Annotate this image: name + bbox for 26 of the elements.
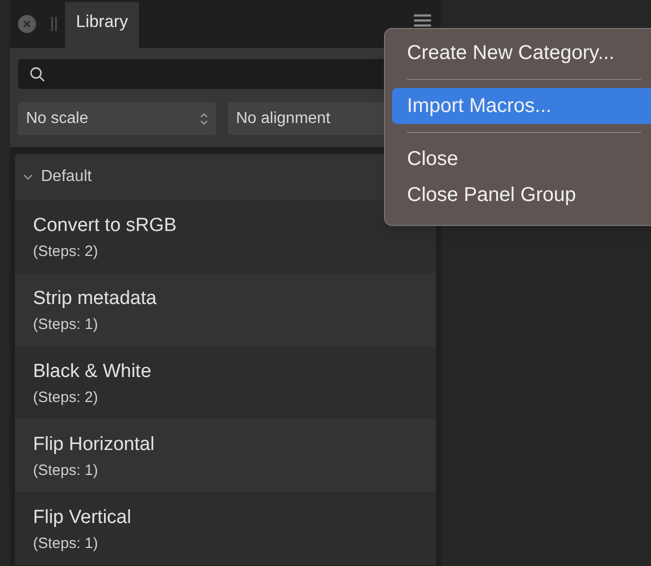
macro-name: Flip Horizontal [33,433,156,457]
macro-steps: (Steps: 2) [33,388,418,408]
macro-name: Strip metadata [33,287,158,311]
scale-dropdown[interactable]: No scale [18,102,216,135]
drag-handle-icon[interactable] [51,17,57,31]
macro-row[interactable]: Black & White (Steps: 2) [15,346,436,419]
macro-name: Convert to sRGB [33,214,178,238]
macro-steps: (Steps: 2) [33,242,418,262]
menu-item[interactable]: Import Macros... [392,88,651,124]
chevron-icon [23,172,33,182]
macro-row[interactable]: Convert to sRGB (Steps: 2) [15,200,436,273]
macro-name: Black & White [33,360,152,384]
macro-name: Flip Vertical [33,506,132,530]
search-icon [30,66,45,82]
stepper-icon [200,112,208,126]
close-icon [23,20,31,28]
macro-row[interactable]: Strip metadata (Steps: 1) [15,273,436,346]
close-panel-button[interactable] [18,15,36,33]
library-tab[interactable]: Library [65,2,139,48]
macro-row[interactable]: Flip Horizontal (Steps: 1) [15,419,436,492]
menu-item[interactable]: Create New Category... [392,35,651,71]
macro-steps: (Steps: 1) [33,461,418,481]
macro-row[interactable]: Flip Vertical (Steps: 1) [15,492,436,565]
macro-steps: (Steps: 1) [33,534,418,554]
menu-icon[interactable] [414,14,431,27]
macro-steps: (Steps: 1) [33,315,418,335]
